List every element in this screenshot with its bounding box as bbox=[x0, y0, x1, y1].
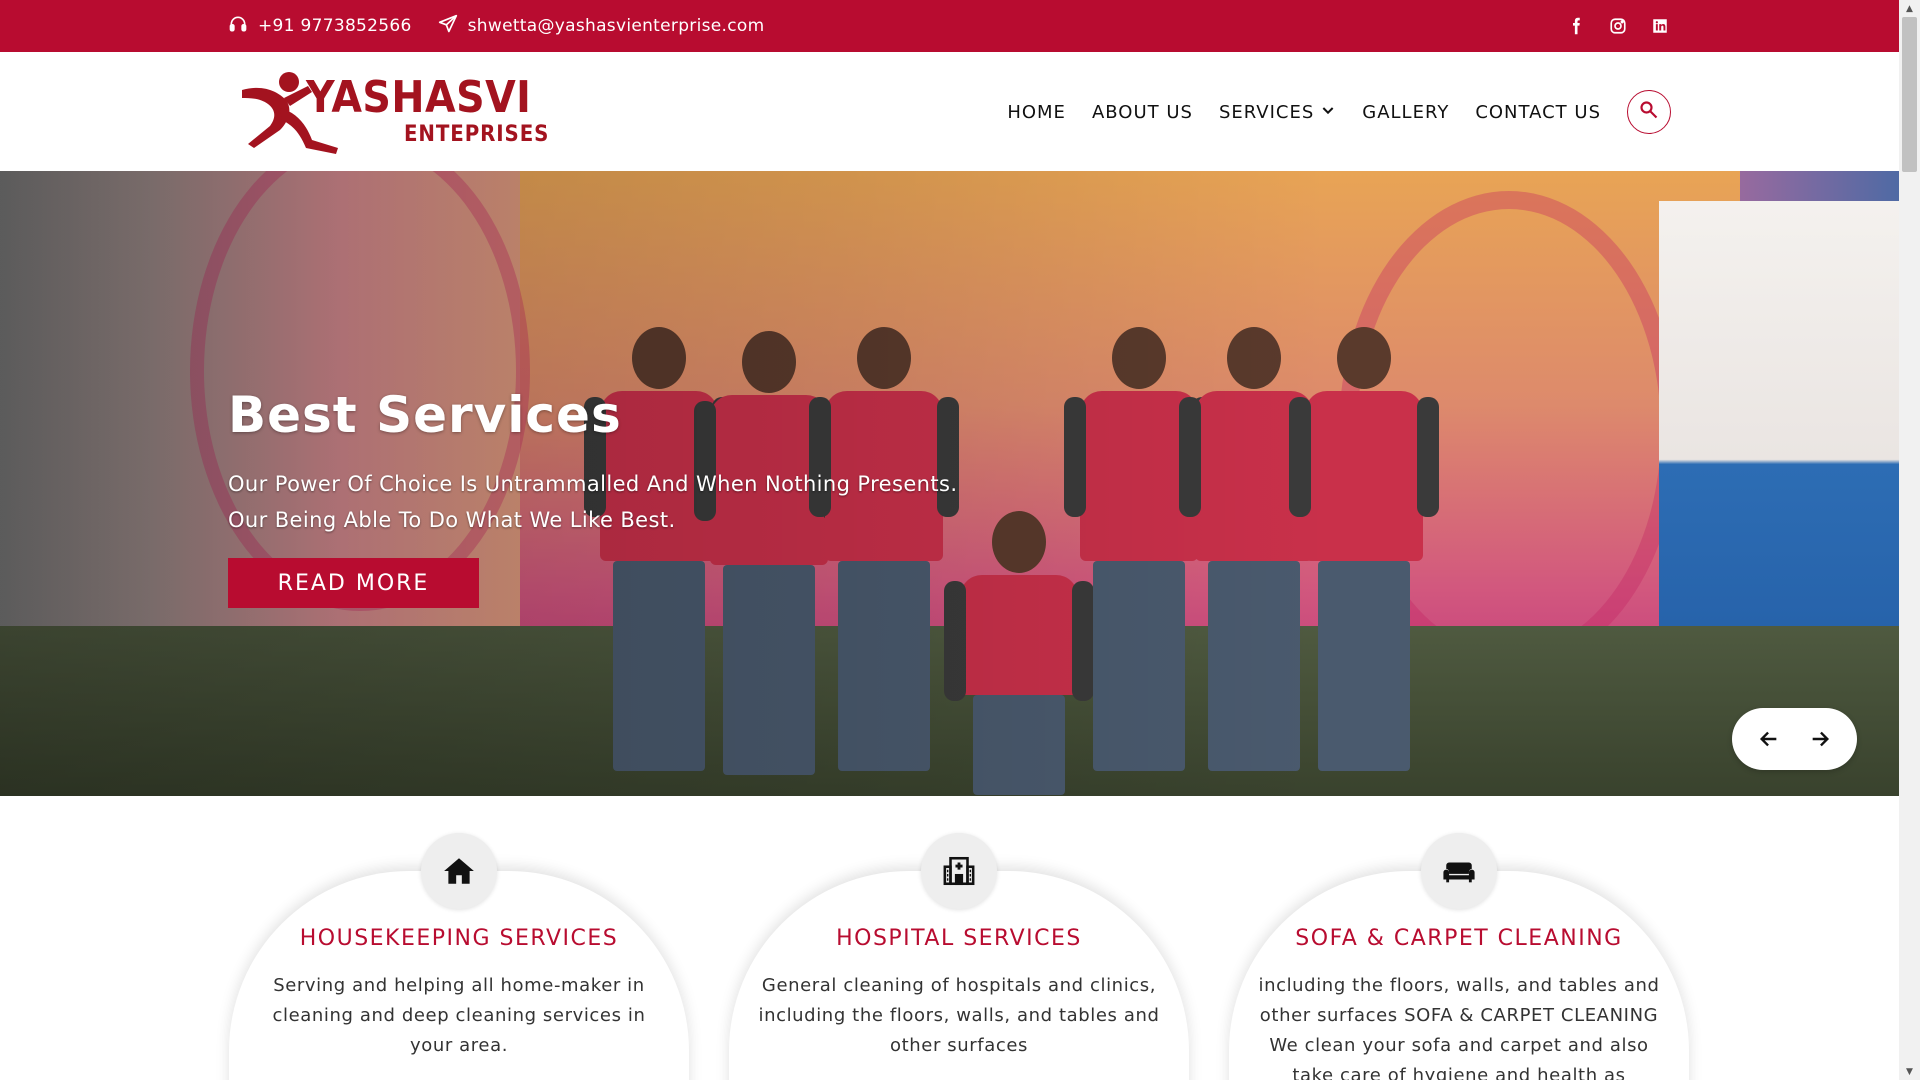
nav-services[interactable]: SERVICES bbox=[1219, 102, 1336, 123]
email-link[interactable]: shwetta@yashasvienterprise.com bbox=[438, 14, 765, 39]
service-title: HOSPITAL SERVICES bbox=[836, 926, 1082, 951]
sofa-icon bbox=[1421, 833, 1497, 909]
nav-contact-us[interactable]: CONTACT US bbox=[1475, 102, 1601, 123]
top-bar: +91 9773852566 shwetta@yashasvienterpris… bbox=[0, 0, 1899, 52]
read-more-button[interactable]: READ MORE bbox=[228, 558, 479, 608]
email-address: shwetta@yashasvienterprise.com bbox=[467, 16, 765, 36]
scrollbar-thumb[interactable] bbox=[1902, 17, 1917, 172]
service-description: General cleaning of hospitals and clinic… bbox=[758, 975, 1160, 1056]
service-title: SOFA & CARPET CLEANING bbox=[1295, 926, 1623, 951]
nav-about-us[interactable]: ABOUT US bbox=[1092, 102, 1193, 123]
instagram-icon[interactable] bbox=[1607, 15, 1629, 37]
service-title: HOUSEKEEPING SERVICES bbox=[299, 926, 619, 951]
hospital-icon bbox=[921, 833, 997, 909]
site-header: YASHASVI ENTEPRISES HOME ABOUT US SERVIC… bbox=[0, 52, 1899, 171]
services-section: HOUSEKEEPING SERVICES Serving and helpin… bbox=[0, 796, 1899, 1080]
facebook-icon[interactable] bbox=[1565, 15, 1587, 37]
scroll-up-icon[interactable]: ▲ bbox=[1899, 0, 1920, 17]
hero-caption: Best Services Our Power Of Choice Is Unt… bbox=[228, 386, 957, 608]
page-scrollbar[interactable]: ▲ ▼ bbox=[1899, 0, 1920, 1080]
home-icon bbox=[421, 833, 497, 909]
nav-gallery[interactable]: GALLERY bbox=[1362, 102, 1449, 123]
service-description: including the floors, walls, and tables … bbox=[1258, 975, 1660, 1080]
chevron-down-icon bbox=[1320, 102, 1336, 123]
social-links bbox=[1565, 15, 1671, 37]
logo-text: YASHASVI bbox=[306, 72, 532, 123]
hero-title: Best Services bbox=[228, 386, 622, 444]
hero-slider: Best Services Our Power Of Choice Is Unt… bbox=[0, 171, 1899, 796]
headset-icon bbox=[228, 14, 248, 39]
linkedin-icon[interactable] bbox=[1649, 15, 1671, 37]
contact-info: +91 9773852566 shwetta@yashasvienterpris… bbox=[228, 14, 764, 39]
main-nav: HOME ABOUT US SERVICES GALLERY CONTACT U… bbox=[981, 90, 1671, 134]
service-description: Serving and helping all home-maker in cl… bbox=[272, 975, 646, 1056]
nav-services-label: SERVICES bbox=[1218, 101, 1315, 123]
phone-number: +91 9773852566 bbox=[258, 16, 412, 36]
arrow-right-icon[interactable] bbox=[1805, 724, 1835, 754]
logo-subtext: ENTEPRISES bbox=[404, 122, 550, 147]
service-card-sofa-carpet[interactable]: SOFA & CARPET CLEANING including the flo… bbox=[1229, 833, 1689, 1080]
phone-link[interactable]: +91 9773852566 bbox=[228, 14, 412, 39]
slider-controls bbox=[1732, 708, 1857, 770]
search-button[interactable] bbox=[1627, 90, 1671, 134]
scroll-down-icon[interactable]: ▼ bbox=[1899, 1063, 1920, 1080]
nav-home[interactable]: HOME bbox=[1007, 102, 1066, 123]
hero-text-line-2: Our Being Able To Do What We Like Best. bbox=[228, 508, 676, 532]
arrow-left-icon[interactable] bbox=[1754, 724, 1784, 754]
service-card-hospital[interactable]: HOSPITAL SERVICES General cleaning of ho… bbox=[729, 833, 1189, 1080]
logo[interactable]: YASHASVI ENTEPRISES bbox=[234, 68, 548, 154]
search-icon bbox=[1639, 100, 1659, 124]
service-card-housekeeping[interactable]: HOUSEKEEPING SERVICES Serving and helpin… bbox=[229, 833, 689, 1080]
paper-plane-icon bbox=[438, 14, 458, 39]
hero-text-line-1: Our Power Of Choice Is Untrammalled And … bbox=[228, 472, 958, 496]
